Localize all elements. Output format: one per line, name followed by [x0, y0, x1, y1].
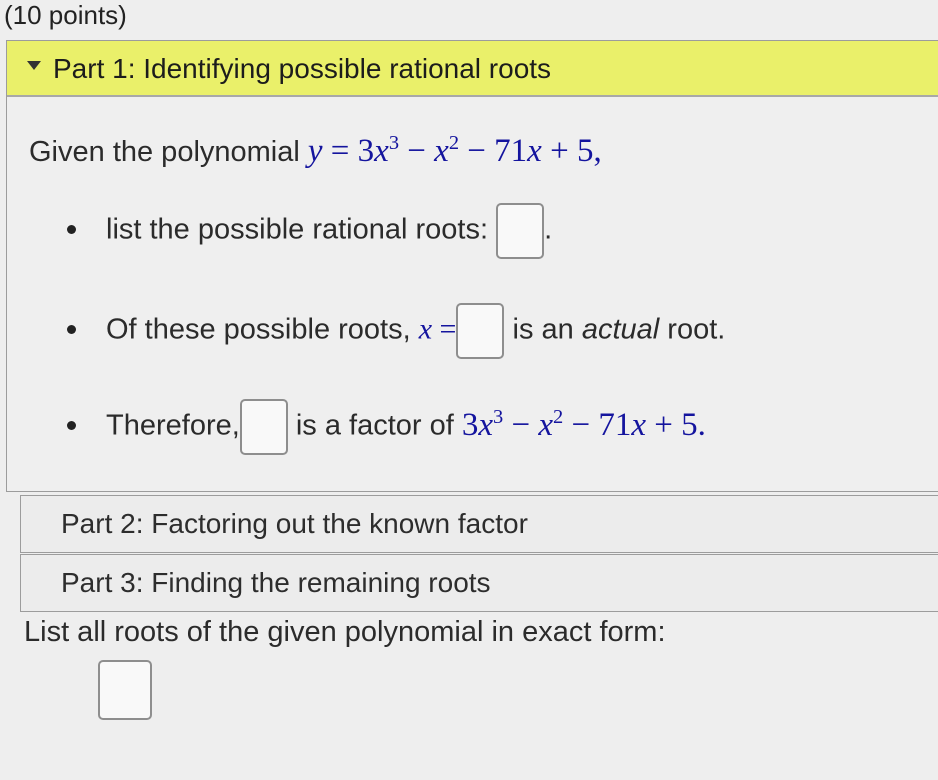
part3-title: Part 3: Finding the remaining roots [61, 567, 491, 598]
bullet1-suffix: . [544, 213, 553, 246]
bullet-dot [67, 324, 76, 334]
factor-polynomial: 3x3 − x2 − 71x + 5. [461, 405, 706, 443]
part2-panel[interactable]: Part 2: Factoring out the known factor [20, 495, 938, 553]
polynomial-expression: y = 3x3 − x2 − 71x + 5, [307, 132, 602, 169]
bullet2-emphasis: actual [581, 313, 660, 346]
bullet-possible-roots: list the possible rational roots: . [67, 203, 552, 259]
bullet-dot [67, 224, 76, 234]
possible-roots-input[interactable] [496, 203, 545, 259]
part1-title: Part 1: Identifying possible rational ro… [53, 53, 552, 84]
part3-panel[interactable]: Part 3: Finding the remaining roots [20, 554, 938, 612]
part2-title: Part 2: Factoring out the known factor [61, 508, 528, 539]
factor-input[interactable] [239, 399, 288, 455]
caret-down-icon[interactable] [27, 61, 41, 70]
part1-header[interactable]: Part 1: Identifying possible rational ro… [7, 41, 938, 97]
bullet2-suffix-b: root. [659, 313, 726, 346]
given-polynomial: Given the polynomial y = 3x3 − x2 − 71x … [29, 133, 602, 170]
bullet-dot [67, 420, 76, 430]
bullet-actual-root: Of these possible roots, x = is an actua… [67, 303, 725, 359]
actual-root-input[interactable] [456, 303, 505, 359]
x-equals: x = [418, 312, 457, 346]
all-roots-input[interactable] [98, 660, 152, 720]
given-prefix: Given the polynomial [29, 136, 300, 168]
bullet3-middle: is a factor of [295, 409, 454, 442]
bullet1-label: list the possible rational roots: [106, 213, 489, 246]
bullet2-suffix-a: is an [512, 313, 582, 346]
final-prompt: List all roots of the given polynomial i… [24, 616, 666, 648]
bullet-factor: Therefore, is a factor of 3x3 − x2 − 71x… [67, 399, 706, 455]
bullet2-label: Of these possible roots, [106, 313, 411, 346]
bullet3-prefix: Therefore, [106, 409, 240, 442]
part1-panel: Part 1: Identifying possible rational ro… [6, 40, 938, 492]
points-label: (10 points) [4, 0, 127, 30]
